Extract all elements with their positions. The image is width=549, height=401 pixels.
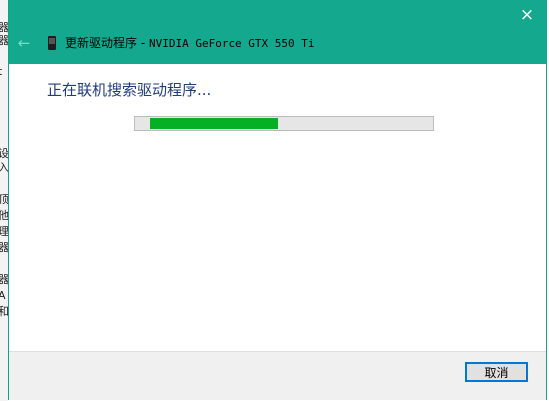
background-text-fragment: 和 [0, 305, 8, 318]
background-text-fragment: 顶 [0, 193, 8, 206]
background-text-fragment: 器 [0, 273, 8, 286]
close-icon[interactable]: × [516, 4, 538, 26]
background-text-fragment: 设 [0, 147, 8, 160]
dialog-title-prefix: 更新驱动程序 - [65, 36, 149, 50]
dialog-title-device: NVIDIA GeForce GTX 550 Ti [148, 37, 315, 50]
dialog-titlebar: × ← 更新驱动程序 - NVIDIA GeForce GTX 550 Ti [9, 0, 546, 64]
background-text-fragment: t [0, 65, 3, 78]
searching-heading: 正在联机搜索驱动程序... [47, 81, 212, 99]
background-window-strip: 器 器 t 设 入 顶 他 理 器 器 A 和 [0, 0, 8, 401]
device-icon [48, 36, 56, 50]
dialog-footer: 取消 [9, 351, 546, 400]
back-arrow-icon[interactable]: ← [15, 33, 33, 53]
dialog-title: 更新驱动程序 - NVIDIA GeForce GTX 550 Ti [65, 35, 315, 52]
update-driver-dialog: × ← 更新驱动程序 - NVIDIA GeForce GTX 550 Ti 正… [8, 0, 547, 400]
progress-bar [134, 116, 434, 131]
background-text-fragment: 理 [0, 225, 8, 238]
background-text-fragment: 器 [0, 241, 8, 254]
background-text-fragment: 他 [0, 209, 8, 222]
background-text-fragment: 器 [0, 21, 8, 34]
background-text-fragment: 入 [0, 161, 8, 174]
progress-bar-fill [150, 118, 278, 129]
background-text-fragment: A [0, 289, 6, 302]
background-text-fragment: 器 [0, 34, 8, 47]
cancel-button[interactable]: 取消 [465, 362, 528, 382]
